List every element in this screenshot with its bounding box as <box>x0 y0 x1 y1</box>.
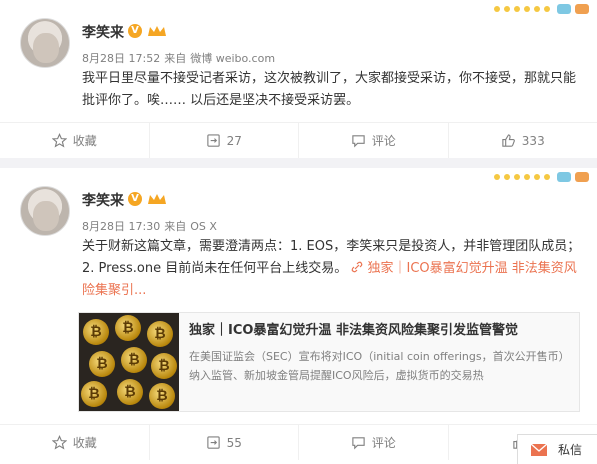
bitcoin-icon: ₿ <box>89 351 115 377</box>
repost-button[interactable]: 27 <box>150 123 299 158</box>
comment-button[interactable]: 评论 <box>299 123 449 158</box>
verified-badge-icon: V <box>128 24 142 38</box>
comment-label: 评论 <box>371 134 396 148</box>
source-prefix: 来自 <box>164 52 187 65</box>
repost-count: 55 <box>226 435 242 450</box>
like-count: 333 <box>521 133 545 148</box>
favorite-label: 收藏 <box>72 134 97 148</box>
like-button[interactable]: 333 <box>449 123 597 158</box>
crown-icon <box>148 194 166 204</box>
post-text: 关于财新这篇文章，需要澄清两点：1. EOS，李笑来只是投资人，并非管理团队成员… <box>82 236 582 302</box>
action-bar: 收藏 55 评论 <box>0 424 597 460</box>
bitcoin-icon: ₿ <box>81 381 107 407</box>
comment-icon <box>352 135 365 148</box>
article-title: 独家｜ICO暴富幻觉升温 非法集资风险集聚引发监管警觉 <box>189 323 518 338</box>
bitcoin-icon: ₿ <box>121 347 147 373</box>
decoration-icon <box>494 172 589 182</box>
avatar[interactable] <box>20 18 70 68</box>
article-thumbnail: ₿ ₿ ₿ ₿ ₿ ₿ ₿ ₿ ₿ <box>79 313 179 411</box>
source-prefix: 来自 <box>164 220 187 233</box>
post-card: 李笑来 V 8月28日 17:52 来自 微博 weibo.com 我平日里尽量不接… <box>0 0 597 158</box>
crown-icon <box>148 26 166 36</box>
post-meta: 8月28日 17:52 来自 微博 weibo.com <box>82 50 279 66</box>
comment-icon <box>352 437 365 450</box>
repost-icon <box>206 134 220 147</box>
post-time[interactable]: 8月28日 17:30 <box>82 220 160 233</box>
star-icon <box>51 133 67 148</box>
bitcoin-icon: ₿ <box>115 315 141 341</box>
verified-badge-icon: V <box>128 192 142 206</box>
private-message-button[interactable]: 私信 <box>517 434 597 464</box>
link-icon <box>352 261 363 273</box>
favorite-label: 收藏 <box>72 436 97 450</box>
repost-icon <box>206 436 220 449</box>
repost-count: 27 <box>226 133 242 148</box>
post-source[interactable]: OS X <box>190 220 217 233</box>
comment-button[interactable]: 评论 <box>299 425 449 460</box>
private-message-label: 私信 <box>558 443 583 457</box>
post-meta: 8月28日 17:30 来自 OS X <box>82 218 221 234</box>
bitcoin-icon: ₿ <box>149 383 175 409</box>
bitcoin-icon: ₿ <box>83 319 109 345</box>
star-icon <box>51 435 67 450</box>
article-description: 在美国证监会（SEC）宣布将对ICO（initial coin offering… <box>189 350 565 382</box>
article-card-body: 独家｜ICO暴富幻觉升温 非法集资风险集聚引发监管警觉 在美国证监会（SEC）宣… <box>179 313 579 411</box>
mail-icon <box>530 442 548 456</box>
favorite-button[interactable]: 收藏 <box>0 123 150 158</box>
action-bar: 收藏 27 评论 333 <box>0 122 597 158</box>
username[interactable]: 李笑来 <box>82 190 124 210</box>
post-card: 李笑来 V 8月28日 17:30 来自 OS X 关于财新这篇文章，需要澄清两点：… <box>0 168 597 464</box>
favorite-button[interactable]: 收藏 <box>0 425 150 460</box>
thumbs-up-icon <box>502 134 515 147</box>
username[interactable]: 李笑来 <box>82 22 124 42</box>
avatar[interactable] <box>20 186 70 236</box>
bitcoin-icon: ₿ <box>117 379 143 405</box>
decoration-icon <box>494 4 589 14</box>
comment-label: 评论 <box>371 436 396 450</box>
bitcoin-icon: ₿ <box>151 353 177 379</box>
post-text: 我平日里尽量不接受记者采访，这次被教训了，大家都接受采访，你不接受，那就只能批评… <box>82 71 577 108</box>
article-card[interactable]: ₿ ₿ ₿ ₿ ₿ ₿ ₿ ₿ ₿ 独家｜ICO暴富幻觉升温 非法集资风险集聚引… <box>78 312 580 412</box>
bitcoin-icon: ₿ <box>147 321 173 347</box>
repost-button[interactable]: 55 <box>150 425 299 460</box>
post-time[interactable]: 8月28日 17:52 <box>82 52 160 65</box>
post-source[interactable]: 微博 weibo.com <box>190 52 275 65</box>
